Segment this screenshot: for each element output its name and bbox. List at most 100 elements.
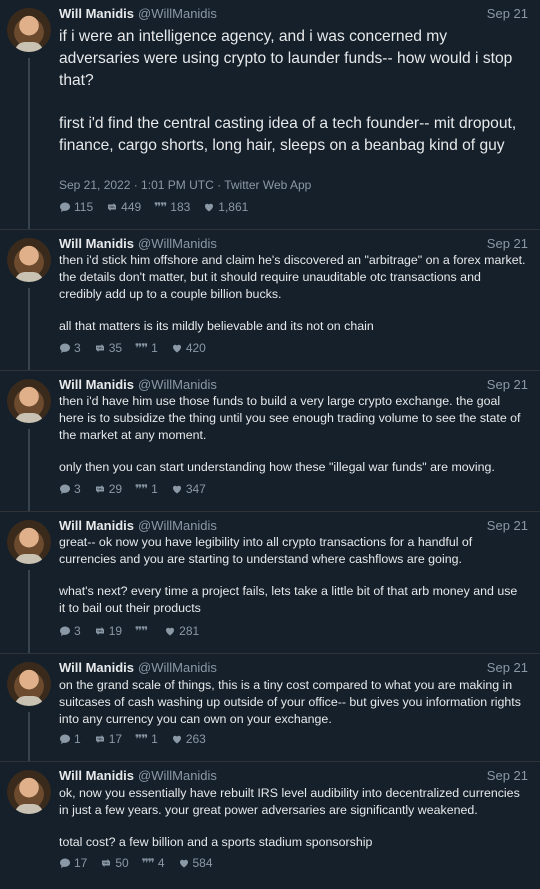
author-handle[interactable]: @WillManidis [138,236,217,251]
reply-icon [60,484,70,494]
author-handle[interactable]: @WillManidis [138,518,217,533]
reply-button[interactable]: 3 [59,624,81,638]
reply-count: 3 [74,624,81,638]
heart-icon [179,859,188,868]
quote-button[interactable]: ❞❞ 1 [135,482,158,496]
tweet-date[interactable]: Sep 21 [487,768,528,783]
retweet-icon [108,203,117,211]
author-name[interactable]: Will Manidis [59,518,134,533]
tweet-date[interactable]: Sep 21 [487,236,528,251]
tweet-paragraph: then i'd stick him offshore and claim he… [59,253,526,301]
tweet-text: then i'd stick him offshore and claim he… [59,252,526,335]
heart-icon [166,627,175,636]
quote-count: 4 [157,856,165,870]
quote-icon: ❞❞ [154,200,167,214]
tweet-header: Will Manidis @WillManidis Sep 21 [59,6,528,24]
tweet-stats: 17 50 ❞❞ 4 584 [59,856,226,870]
retweet-count: 29 [108,482,123,496]
like-button[interactable]: 1,861 [203,200,248,214]
tweet-header: Will Manidis @WillManidis Sep 21 [59,660,528,678]
quote-button[interactable]: ❞❞ 183 [154,200,190,214]
quote-button[interactable]: ❞❞ 4 [142,856,165,870]
author-name[interactable]: Will Manidis [59,768,134,783]
retweet-button[interactable]: 35 [94,341,122,355]
author-handle[interactable]: @WillManidis [138,6,217,21]
author-name[interactable]: Will Manidis [59,6,134,21]
tweet-date[interactable]: Sep 21 [487,518,528,533]
tweet-paragraph: total cost? a few billion and a sports s… [59,835,373,849]
avatar[interactable] [7,238,51,282]
like-button[interactable]: 347 [171,482,206,496]
tweet-paragraph: first i'd find the central casting idea … [59,115,517,154]
reply-count: 3 [74,341,81,355]
tweet-paragraph: ok, now you essentially have rebuilt IRS… [59,786,520,817]
retweet-button[interactable]: 17 [94,732,122,746]
retweet-icon [95,735,104,743]
thread-line [28,288,30,370]
tweet-paragraph: only then you can start understanding ho… [59,460,495,474]
thread-line [28,429,30,511]
tweet-text: if i were an intelligence agency, and i … [59,26,526,157]
reply-button[interactable]: 115 [59,200,93,214]
avatar[interactable] [7,520,51,564]
tweet-stats: 3 35 ❞❞ 1 420 [59,341,219,355]
retweet-icon [102,859,111,867]
retweet-icon [95,485,104,493]
tweet-date[interactable]: Sep 21 [487,6,528,21]
tweet-2: Will Manidis @WillManidis Sep 21 then i'd… [0,230,540,370]
heart-icon [172,485,181,494]
retweet-button[interactable]: 50 [100,856,129,870]
tweet-paragraph: great-- ok now you have legibility into … [59,535,473,566]
reply-count: 17 [74,856,88,870]
like-count: 420 [185,341,206,355]
quote-count: 1 [151,482,158,496]
tweet-3: Will Manidis @WillManidis Sep 21 then i'd… [0,371,540,511]
tweet-timestamp[interactable]: Sep 21, 2022 · 1:01 PM UTC · Twitter Web… [59,178,311,192]
reply-button[interactable]: 3 [59,341,81,355]
quote-button[interactable]: ❞❞ 1 [135,732,158,746]
tweet-date[interactable]: Sep 21 [487,377,528,392]
author-name[interactable]: Will Manidis [59,236,134,251]
reply-icon [60,858,70,868]
author-name[interactable]: Will Manidis [59,660,134,675]
avatar[interactable] [7,662,51,706]
tweet-stats: 115 449 ❞❞ 183 1,861 [59,200,261,214]
quote-count: 1 [151,732,158,746]
like-count: 263 [185,732,206,746]
like-button[interactable]: 281 [164,624,199,638]
tweet-stats: 1 17 ❞❞ 1 263 [59,732,219,746]
retweet-button[interactable]: 19 [94,624,122,638]
retweet-button[interactable]: 449 [106,200,141,214]
quote-button[interactable]: ❞❞ 1 [135,341,158,355]
quote-button[interactable]: ❞❞ [135,624,151,638]
retweet-button[interactable]: 29 [94,482,122,496]
heart-icon [172,344,181,353]
reply-button[interactable]: 1 [59,732,81,746]
tweet-text: then i'd have him use those funds to bui… [59,393,526,476]
retweet-icon [95,344,104,352]
reply-count: 1 [74,732,81,746]
reply-count: 115 [74,200,94,214]
tweet-5: Will Manidis @WillManidis Sep 21 on the g… [0,654,540,761]
avatar[interactable] [7,770,51,814]
tweet-text: ok, now you essentially have rebuilt IRS… [59,785,526,851]
author-name[interactable]: Will Manidis [59,377,134,392]
tweet-header: Will Manidis @WillManidis Sep 21 [59,768,528,786]
tweet-paragraph: on the grand scale of things, this is a … [59,678,521,726]
like-button[interactable]: 420 [171,341,206,355]
like-button[interactable]: 584 [178,856,213,870]
tweet-date[interactable]: Sep 21 [487,660,528,675]
author-handle[interactable]: @WillManidis [138,660,217,675]
tweet-paragraph: if i were an intelligence agency, and i … [59,28,513,89]
like-count: 584 [192,856,213,870]
reply-icon [60,202,70,212]
avatar[interactable] [7,8,51,52]
like-button[interactable]: 263 [171,732,206,746]
heart-icon [205,203,214,212]
author-handle[interactable]: @WillManidis [138,768,217,783]
avatar[interactable] [7,379,51,423]
reply-button[interactable]: 3 [59,482,81,496]
reply-button[interactable]: 17 [59,856,87,870]
tweet-stats: 3 29 ❞❞ 1 347 [59,482,219,496]
author-handle[interactable]: @WillManidis [138,377,217,392]
